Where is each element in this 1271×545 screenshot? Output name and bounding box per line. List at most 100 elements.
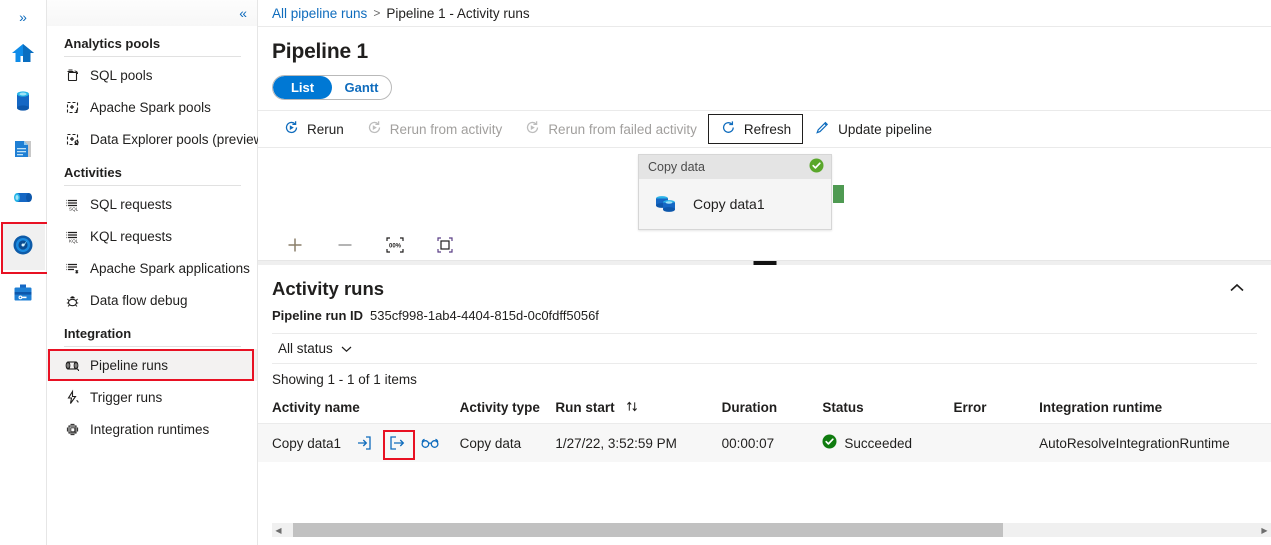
pipeline-run-id: Pipeline run ID 535cf998-1ab4-4404-815d-… (258, 300, 1271, 323)
cell-activity-name: Copy data1 (258, 424, 460, 463)
rerun-icon (283, 119, 300, 139)
zoom-out-button[interactable] (330, 232, 360, 258)
pipeline-icon (10, 184, 36, 213)
table-header-row: Activity name Activity type Run start Du… (258, 394, 1271, 424)
copy-data-icon (653, 190, 681, 219)
sidebar-item-apache-spark-applications[interactable]: Apache Spark applications (47, 252, 257, 284)
database-icon (10, 88, 36, 117)
activity-node-header: Copy data (639, 155, 831, 179)
svg-text:SQL: SQL (69, 206, 79, 211)
data-explorer-pool-icon (64, 131, 81, 148)
rerun-from-failed-activity-label: Rerun from failed activity (548, 121, 697, 137)
rail-item-integrate[interactable] (1, 174, 45, 222)
activity-node-success-port[interactable] (833, 185, 844, 203)
breadcrumb: All pipeline runs > Pipeline 1 - Activit… (258, 0, 1271, 27)
rail-item-data[interactable] (1, 78, 45, 126)
scroll-right-arrow[interactable]: ▶ (1258, 526, 1271, 535)
activity-node-copy-data1[interactable]: Copy data Copy data1 (638, 154, 832, 230)
update-pipeline-button[interactable]: Update pipeline (803, 114, 943, 144)
column-header-error[interactable]: Error (953, 394, 1040, 424)
cell-run-start: 1/27/22, 3:52:59 PM (555, 435, 677, 451)
rail-item-manage[interactable] (1, 270, 45, 318)
rail-item-monitor[interactable] (1, 222, 49, 274)
sidebar-item-label: Trigger runs (90, 389, 163, 405)
column-header-duration[interactable]: Duration (721, 394, 823, 424)
scrollbar-thumb[interactable] (293, 523, 1004, 537)
activity-node-type-label: Copy data (648, 160, 705, 174)
sidebar-item-sql-pools[interactable]: SQL pools (47, 59, 257, 91)
rail-item-home[interactable] (1, 30, 45, 78)
status-filter-label: All status (278, 341, 333, 356)
sidebar-item-label: Pipeline runs (90, 357, 169, 373)
cell-integration-runtime: AutoResolveIntegrationRuntime (1039, 435, 1230, 451)
success-check-icon (809, 158, 824, 176)
synapse-monitor-page: » « Analytics pools SQL pools Apache Spa… (0, 0, 1271, 545)
sidebar-item-label: Data Explorer pools (preview) (90, 131, 268, 147)
sidebar-item-trigger-runs[interactable]: Trigger runs (47, 381, 257, 413)
breadcrumb-all-pipeline-runs[interactable]: All pipeline runs (272, 6, 367, 21)
refresh-button[interactable]: Refresh (707, 114, 804, 144)
cell-status: Succeeded (822, 424, 953, 463)
activity-node-body: Copy data1 (639, 179, 831, 229)
rerun-from-activity-button[interactable]: Rerun from activity (355, 114, 514, 144)
column-header-activity-name[interactable]: Activity name (258, 394, 460, 424)
column-header-status[interactable]: Status (822, 394, 954, 424)
monitor-gauge-icon (10, 232, 36, 261)
sidebar-item-label: Data flow debug (90, 292, 188, 308)
rerun-from-failed-activity-icon (524, 119, 541, 139)
monitor-nav-panel: « Analytics pools SQL pools Apache Spark… (47, 0, 268, 545)
sidebar-item-integration-runtimes[interactable]: Integration runtimes (47, 413, 257, 445)
activity-node-name: Copy data1 (693, 196, 765, 212)
breadcrumb-current: Pipeline 1 - Activity runs (386, 5, 530, 21)
rail-expand-button[interactable]: » (0, 4, 47, 30)
pipeline-canvas[interactable]: Copy data Copy data1 00% (258, 148, 1271, 260)
activity-runs-title: Activity runs (272, 277, 385, 299)
sidebar-item-apache-spark-pools[interactable]: Apache Spark pools (47, 91, 257, 123)
document-icon (10, 136, 36, 165)
zoom-to-100-button[interactable]: 00% (380, 232, 410, 258)
rail-item-develop[interactable] (1, 126, 45, 174)
sort-icon[interactable] (626, 400, 639, 415)
fit-to-screen-button[interactable] (430, 232, 460, 258)
svg-text:00%: 00% (389, 244, 402, 250)
table-row[interactable]: Copy data1 Copy data 1/27/22, 3:52:59 PM… (258, 423, 1271, 463)
scrollbar-track[interactable] (285, 523, 1258, 537)
nav-group-divider (64, 56, 241, 57)
scroll-left-arrow[interactable]: ◀ (272, 526, 285, 535)
column-header-run-start[interactable]: Run start (555, 394, 722, 424)
pipeline-run-id-label: Pipeline run ID (272, 308, 364, 323)
page-title: Pipeline 1 (272, 40, 369, 63)
sql-request-icon: SQL (64, 196, 81, 213)
column-header-activity-type[interactable]: Activity type (459, 394, 556, 424)
sidebar-item-sql-requests[interactable]: SQL SQL requests (47, 188, 257, 220)
sidebar-item-label: Apache Spark pools (90, 99, 211, 115)
home-icon (10, 40, 36, 69)
main-content: All pipeline runs > Pipeline 1 - Activit… (258, 0, 1271, 545)
pencil-icon (814, 119, 831, 139)
refresh-icon (720, 119, 737, 139)
output-icon[interactable] (383, 430, 416, 460)
sidebar-item-data-explorer-pools[interactable]: Data Explorer pools (preview) (47, 123, 268, 155)
sidebar-item-label: SQL requests (90, 196, 173, 212)
collapse-section-chevron-up-icon[interactable] (1221, 277, 1253, 300)
sidebar-item-data-flow-debug[interactable]: Data flow debug (47, 284, 257, 316)
column-header-integration-runtime[interactable]: Integration runtime (1039, 394, 1271, 424)
refresh-label: Refresh (743, 121, 792, 137)
sidebar-item-kql-requests[interactable]: KQL KQL requests (47, 220, 257, 252)
sidebar-item-pipeline-runs[interactable]: Pipeline runs (47, 349, 257, 381)
details-glasses-icon[interactable] (420, 433, 440, 453)
tab-gantt[interactable]: Gantt (332, 76, 391, 99)
canvas-zoom-controls: 00% (280, 232, 460, 258)
horizontal-scrollbar[interactable]: ◀ ▶ (272, 523, 1271, 537)
kql-request-icon: KQL (64, 228, 81, 245)
input-icon[interactable] (354, 433, 374, 453)
nav-collapse-button[interactable]: « (47, 0, 257, 26)
rerun-from-failed-activity-button[interactable]: Rerun from failed activity (513, 114, 708, 144)
activity-runs-header: Activity runs (258, 265, 1271, 300)
zoom-in-button[interactable] (280, 232, 310, 258)
rerun-button[interactable]: Rerun (272, 114, 355, 144)
status-success-icon (822, 434, 837, 452)
tab-list[interactable]: List (273, 76, 332, 99)
integration-runtimes-icon (64, 421, 81, 438)
status-filter-dropdown[interactable]: All status (272, 336, 358, 361)
